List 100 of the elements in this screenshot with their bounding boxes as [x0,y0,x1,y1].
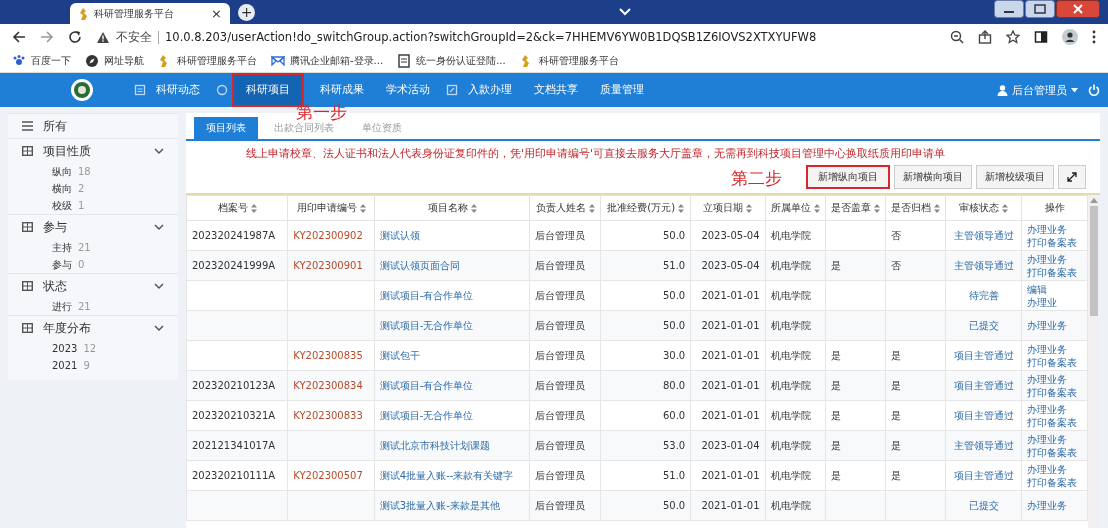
filter-label[interactable]: 参与 [52,257,72,272]
add-project-button[interactable]: 新增校级项目 [976,165,1054,189]
action-link[interactable]: 打印备案表 [1027,445,1082,459]
action-link[interactable]: 打印备案表 [1027,355,1082,369]
table-cell: 202320210111A [192,470,276,481]
url-text: 10.0.8.203/userAction!do_switchGroup.action?switchGroupId=2&ck=7HHEMV6YW0B1DQSB1Z6IOVS2XTXYUFW8 [165,30,817,44]
filter-label[interactable]: 2021 [52,360,78,371]
reload-icon[interactable] [68,30,82,44]
back-arrow-icon[interactable] [12,30,26,44]
column-header[interactable]: 用印申请编号 [287,195,375,221]
action-link[interactable]: 办理业务 [1027,432,1082,446]
sidebar-group-header[interactable]: 年度分布 [8,315,178,340]
star-icon[interactable] [1006,30,1020,44]
diagonal-arrows-icon [1067,172,1077,182]
action-link[interactable]: 打印备案表 [1027,265,1082,279]
table-cell: 机电学院 [770,409,811,421]
table-cell: 机电学院 [770,319,811,331]
profile-icon[interactable] [1062,29,1078,45]
sidebar-group-header[interactable]: 参与 [8,214,178,239]
table-cell: 2021-01-01 [701,320,760,331]
action-link[interactable]: 办理业务 [1027,252,1082,266]
column-header[interactable]: 负责人姓名 [529,195,601,221]
action-link[interactable]: 办理业务 [1027,462,1082,476]
table-cell: 2023-05-04 [701,230,760,241]
table-cell: 50.0 [662,230,686,241]
table-cell: 是 [890,349,901,361]
table-cell: 后台管理员 [535,349,586,361]
sub-tab[interactable]: 项目列表 [194,117,258,139]
list-icon [22,121,33,131]
column-header[interactable]: 审核状态 [945,195,1022,221]
nav-tab[interactable]: 学术活动 [380,73,436,107]
nav-tab[interactable]: 科研动态 [150,73,206,107]
scrollbar-thumb[interactable] [1090,206,1098,316]
status-link[interactable]: 已提交 [968,319,999,331]
action-link[interactable]: 编辑 [1027,282,1082,296]
filter-label[interactable]: 纵向 [52,164,72,179]
column-header[interactable]: 是否归档 [885,195,946,221]
chevron-down-icon [154,223,164,231]
nav-tab[interactable]: 文档共享 [528,73,584,107]
notice-text: 线上申请校章、法人证书和法人代表身份证复印件的，凭'用印申请编号'可直接去服务大厅盖章，无需再到科技项目管理中心换取纸质用印申请单 [245,146,947,161]
expand-button[interactable] [1058,165,1086,189]
action-link[interactable]: 办理业务 [1027,222,1082,236]
action-link[interactable]: 办理业务 [1027,342,1082,356]
forward-arrow-icon[interactable] [40,30,54,44]
project-link[interactable]: 测试认领 [379,229,420,241]
action-link[interactable]: 办理业 [1027,295,1082,309]
sidebar-item[interactable]: 所有 [8,113,178,138]
power-icon[interactable] [1088,84,1100,96]
kebab-menu-icon[interactable] [1092,30,1096,44]
browser-tab[interactable]: 科研管理服务平台 × [70,3,230,24]
filter-label[interactable]: 横向 [52,181,72,196]
bookmark-link[interactable]: 腾讯企业邮箱-登录... [271,54,384,68]
nav-tab[interactable]: 入款办理 [462,73,518,107]
user-menu[interactable]: 后台管理员 [997,82,1078,98]
add-project-button[interactable]: 新增纵向项目 [806,165,890,189]
bookmark-link[interactable]: 统一身份认证登陆... [397,54,506,68]
action-link[interactable]: 打印备案表 [1027,235,1082,249]
bookmark-link[interactable]: 百度一下 [12,54,71,68]
project-link[interactable]: 测试包干 [379,349,420,361]
share-icon[interactable] [978,30,992,44]
chevron-down-icon[interactable] [617,7,632,17]
nav-tab[interactable]: 质量管理 [594,73,650,107]
table-cell: 2023-05-04 [701,260,760,271]
minimize-icon[interactable] [994,0,1024,18]
action-link[interactable]: 办理业务 [1027,372,1082,386]
add-project-button[interactable]: 新增横向项目 [894,165,972,189]
count-label: 21 [78,301,91,312]
status-link[interactable]: 待完善 [968,289,999,301]
column-header[interactable]: 档案号 [186,195,288,221]
column-header[interactable]: 批准经费(万元) [600,195,691,221]
filter-label[interactable]: 2023 [52,343,78,354]
bookmark-link[interactable]: 科研管理服务平台 [158,54,257,68]
bookmark-link[interactable]: 科研管理服务平台 [519,54,619,68]
column-header[interactable]: 项目名称 [374,195,530,221]
sidebar-group-header[interactable]: 项目性质 [8,138,178,163]
maximize-icon[interactable] [1025,0,1055,18]
action-link[interactable]: 办理业务 [1027,402,1082,416]
table-cell: 后台管理员 [535,439,586,451]
side-panel-icon[interactable] [1034,30,1048,44]
security-label: 不安全 [116,29,152,45]
table-cell: 后台管理员 [535,319,586,331]
document-icon [397,54,412,68]
action-link[interactable]: 打印备案表 [1027,385,1082,399]
new-tab-button[interactable]: + [238,3,255,21]
close-icon[interactable] [1056,0,1100,18]
column-header[interactable]: 立项日期 [690,195,765,221]
filter-label[interactable]: 校级 [52,198,72,213]
nav-tab[interactable]: 科研项目 [232,73,304,107]
table-cell: 是 [830,379,841,391]
action-link[interactable]: 打印备案表 [1027,475,1082,489]
column-header[interactable]: 所属单位 [765,195,826,221]
close-tab-button[interactable]: × [211,6,222,21]
column-header[interactable]: 是否盖章 [825,195,886,221]
bookmark-link[interactable]: 网址导航 [85,54,144,68]
filter-label[interactable]: 进行 [52,299,72,314]
filter-label[interactable]: 主持 [52,240,72,255]
status-link[interactable]: 已提交 [968,499,999,511]
sidebar-group-header[interactable]: 状态 [8,273,178,298]
action-link[interactable]: 打印备案表 [1027,415,1082,429]
zoom-icon[interactable] [950,30,964,44]
